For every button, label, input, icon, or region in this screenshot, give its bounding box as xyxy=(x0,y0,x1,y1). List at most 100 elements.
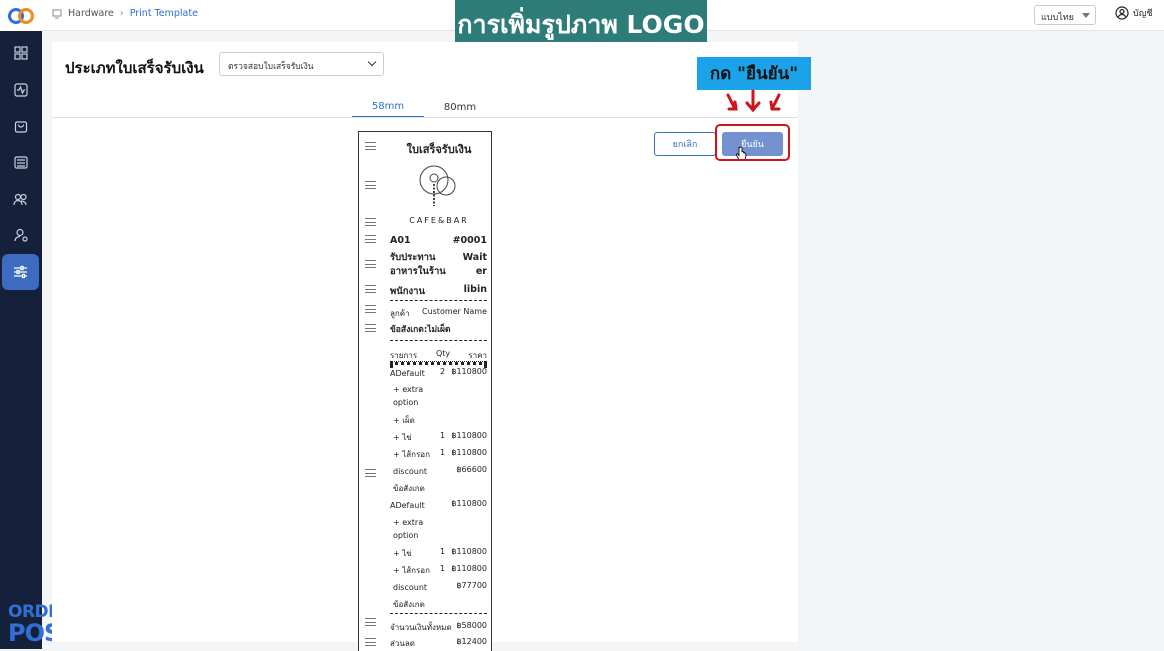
drag-handle-icon[interactable] xyxy=(365,618,376,626)
item-price: ฿77700 xyxy=(456,581,487,590)
hardware-icon xyxy=(52,9,62,18)
item-qty: 1 xyxy=(440,448,446,457)
item-name: ข้อสังเกต xyxy=(393,600,425,609)
item-price: ฿66600 xyxy=(456,465,487,474)
item-price: ฿110800 xyxy=(451,564,487,573)
sidebar-item-customers[interactable] xyxy=(2,181,39,217)
discount-label: ส่วนลด xyxy=(390,639,415,648)
user-settings-icon xyxy=(13,228,28,242)
app-logo[interactable] xyxy=(0,0,42,31)
language-value: แบบไทย xyxy=(1041,13,1074,23)
breadcrumb-hardware[interactable]: Hardware xyxy=(68,8,114,19)
total-label: จำนวนเงินทั้งหมด xyxy=(390,623,452,632)
tab-80mm[interactable]: 80mm xyxy=(424,96,496,118)
receipt-note: ข้อสังเกต:ไม่เผ็ด xyxy=(390,322,487,336)
sidebar-item-orders[interactable] xyxy=(2,108,39,144)
dashed-divider xyxy=(390,300,487,301)
user-circle-icon xyxy=(1115,6,1129,20)
receipt-type-value: ตรวจสอบใบเสร็จรับเงิน xyxy=(228,62,314,72)
sidebar-item-dashboard[interactable] xyxy=(2,35,39,71)
language-select[interactable]: แบบไทย xyxy=(1034,5,1096,25)
chevron-down-icon xyxy=(367,57,377,67)
table-number: A01 xyxy=(390,235,411,246)
sliders-icon xyxy=(14,265,27,279)
tutorial-callout: กด "ยืนยัน" xyxy=(697,57,811,90)
account-menu[interactable]: บัญชี xyxy=(1115,6,1153,20)
drag-handle-icon[interactable] xyxy=(365,181,376,189)
drag-handle-icon[interactable] xyxy=(365,638,376,646)
drag-handle-icon[interactable] xyxy=(365,142,376,150)
item-price: ฿110800 xyxy=(451,448,487,457)
cafe-logo-image xyxy=(419,165,456,206)
dotted-divider xyxy=(390,361,487,365)
account-label: บัญชี xyxy=(1133,9,1153,19)
order-number: #0001 xyxy=(452,235,487,246)
receipt-logo-text: CAFE&BAR xyxy=(409,216,469,225)
users-icon xyxy=(13,193,27,206)
item-name: + ไข่ xyxy=(393,549,412,558)
dashed-divider xyxy=(390,340,487,341)
receipt-title: ใบเสร็จรับเงิน xyxy=(406,143,472,156)
receipt-preview: ใบเสร็จรับเงิน CAFE&BAR A01 #0001 รับประ… xyxy=(358,131,492,651)
receipt-discount-row: ส่วนลด ฿12400 xyxy=(390,637,487,650)
sidebar-item-settings[interactable] xyxy=(2,254,39,290)
item-name: ADefault xyxy=(390,501,425,510)
drag-handle-icon[interactable] xyxy=(365,305,376,313)
drag-handle-icon[interactable] xyxy=(365,469,376,477)
item-price: ฿110800 xyxy=(451,367,487,376)
logo-icon xyxy=(8,7,34,24)
pulse-icon xyxy=(13,83,28,97)
item-name: discount xyxy=(393,583,428,592)
item-name: + extra option xyxy=(393,385,424,407)
drag-handle-icon[interactable] xyxy=(365,285,376,293)
receipt-service-row: รับประทาน อาหารในร้าน Wait er xyxy=(390,251,487,279)
sidebar-item-staff[interactable] xyxy=(2,217,39,253)
service-label: รับประทาน อาหารในร้าน xyxy=(390,252,446,277)
tab-divider xyxy=(52,117,798,118)
service-value: Wait er xyxy=(462,252,487,277)
sidebar-item-reports[interactable] xyxy=(2,72,39,108)
item-qty: 1 xyxy=(440,547,446,556)
drag-handle-icon[interactable] xyxy=(365,260,376,268)
page-title: ประเภทใบเสร็จรับเงิน xyxy=(65,59,204,77)
confirm-highlight xyxy=(715,124,790,161)
receipt-total-row: จำนวนเงินทั้งหมด ฿58000 xyxy=(390,621,487,634)
receipt-table-row: A01 #0001 xyxy=(390,235,487,246)
sidebar-item-inventory[interactable] xyxy=(2,144,39,180)
item-name: ADefault xyxy=(390,369,425,378)
receipt-customer-row: ลูกค้า Customer Name xyxy=(390,307,487,320)
staff-label: พนักงาน xyxy=(390,286,425,297)
discount-value: ฿12400 xyxy=(456,637,487,646)
chevron-right-icon: › xyxy=(119,8,124,19)
sidebar xyxy=(0,0,42,649)
item-name: + ไส้กรอก xyxy=(393,450,430,459)
item-name: + extra option xyxy=(393,518,424,540)
item-qty: 2 xyxy=(440,367,446,376)
total-value: ฿58000 xyxy=(456,621,487,630)
receipt-type-select[interactable]: ตรวจสอบใบเสร็จรับเงิน xyxy=(219,52,384,76)
drag-handle-icon[interactable] xyxy=(365,324,376,332)
caret-down-icon xyxy=(1082,13,1090,18)
item-name: + เผ็ด xyxy=(393,416,415,425)
item-price: ฿110800 xyxy=(451,499,487,508)
item-name: + ไข่ xyxy=(393,433,412,442)
note-text: ข้อสังเกต:ไม่เผ็ด xyxy=(390,325,451,335)
item-name: discount xyxy=(393,467,428,476)
customer-value: Customer Name xyxy=(421,307,487,316)
cancel-button[interactable]: ยกเลิก xyxy=(654,132,716,156)
item-qty: 1 xyxy=(440,564,446,573)
drag-handle-icon[interactable] xyxy=(365,218,376,226)
item-name: + ไส้กรอก xyxy=(393,566,430,575)
archive-icon xyxy=(13,156,28,169)
breadcrumb: Hardware › Print Template xyxy=(52,8,198,19)
arrow-down-icon xyxy=(726,89,781,113)
item-price: ฿110800 xyxy=(451,431,487,440)
item-price: ฿110800 xyxy=(451,547,487,556)
item-name: ข้อสังเกต xyxy=(393,484,425,493)
dashed-divider xyxy=(390,613,487,614)
drag-handle-icon[interactable] xyxy=(365,235,376,243)
tab-58mm[interactable]: 58mm xyxy=(352,96,424,118)
breadcrumb-print-template[interactable]: Print Template xyxy=(130,8,198,19)
receipt-staff-row: พนักงาน libin xyxy=(390,284,487,299)
col-qty: Qty xyxy=(436,349,451,358)
